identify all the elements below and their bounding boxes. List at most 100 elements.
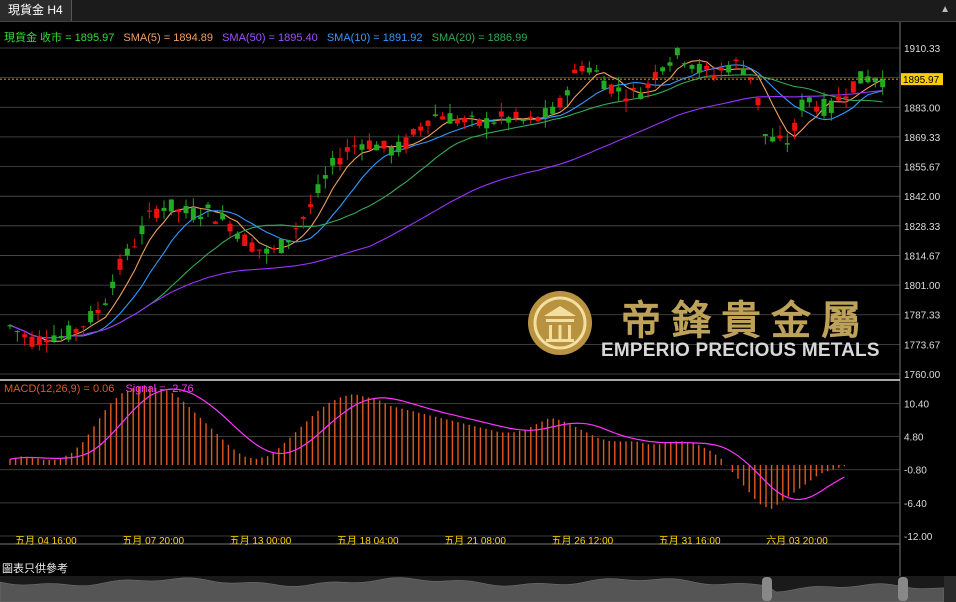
candle-body (506, 117, 512, 123)
price-tick: 1814.67 (904, 251, 941, 262)
candle-body (806, 97, 812, 103)
candle-body (139, 225, 145, 235)
time-tick: 五月 18 04:00 (337, 535, 399, 547)
candle-body (799, 99, 805, 111)
tab-chart[interactable]: 現貨金 H4 (0, 0, 72, 21)
candle-body (858, 71, 864, 84)
macd-legend: MACD(12,26,9) = 0.06 Signal = -2.76 (4, 383, 194, 395)
price-tick: 1842.00 (904, 192, 941, 203)
candle-body (308, 204, 314, 208)
candle-body (586, 67, 592, 73)
candle-body (484, 118, 490, 129)
candle-body (58, 336, 64, 339)
candle-body (418, 126, 424, 131)
candle-body (594, 70, 600, 72)
price-tick: 1910.33 (904, 44, 941, 55)
candle-body (528, 116, 534, 119)
candle-body (51, 335, 57, 342)
chart-scrollbar[interactable] (0, 576, 956, 602)
candle-body (814, 106, 820, 112)
candle-body (718, 67, 724, 71)
candle-body (630, 87, 636, 90)
candle-body (278, 239, 284, 254)
candle-body (696, 63, 702, 73)
scroll-handle-left[interactable] (762, 577, 772, 601)
candle-body (660, 67, 666, 72)
candle-body (7, 325, 13, 327)
legend-sma20: SMA(20) = 1886.99 (431, 32, 528, 44)
candle-body (330, 157, 336, 166)
time-tick: 五月 26 12:00 (552, 535, 614, 547)
macd-tick: 4.80 (904, 433, 924, 444)
candle-body (315, 184, 321, 194)
time-tick: 五月 13 00:00 (230, 535, 292, 547)
candle-body (682, 63, 688, 65)
candle-body (176, 209, 182, 213)
candle-body (403, 137, 409, 149)
candle-body (234, 233, 240, 239)
candle-body (205, 204, 211, 209)
scroll-handle-right[interactable] (898, 577, 908, 601)
chevron-up-icon[interactable]: ▲ (940, 4, 950, 15)
candle-body (212, 221, 218, 224)
candle-body (440, 116, 446, 120)
candle-body (183, 206, 189, 214)
candle-body (80, 326, 86, 328)
candle-body (271, 248, 277, 250)
candle-body (425, 120, 431, 126)
candle-body (542, 108, 548, 118)
candle-body (740, 68, 746, 75)
candle-body (623, 98, 629, 102)
candle-body (711, 74, 717, 79)
price-tick: 1869.33 (904, 133, 941, 144)
candle-body (638, 93, 644, 99)
legend-sma5: SMA(5) = 1894.89 (123, 32, 214, 44)
candle-body (762, 134, 768, 136)
candle-body (227, 223, 233, 232)
candle-body (645, 83, 651, 88)
candle-body (293, 228, 299, 230)
candle-body (66, 325, 72, 340)
candle-body (88, 311, 94, 323)
candle-body (850, 81, 856, 93)
candle-body (726, 65, 732, 73)
candle-body (352, 145, 358, 147)
candle-body (256, 249, 262, 251)
candle-body (557, 97, 563, 108)
macd-tick: -6.40 (904, 499, 927, 510)
candle-body (198, 216, 204, 220)
time-axis: 五月 04 16:00 五月 07 20:00 五月 13 00:00 五月 18 0… (15, 535, 828, 547)
candle-body (381, 140, 387, 149)
price-label: 1895.97 (903, 75, 940, 86)
watermark-cn: 帝鋒貴金屬 (621, 297, 871, 344)
candle-body (44, 340, 50, 343)
candle-body (102, 303, 108, 305)
price-tick: 1787.33 (904, 311, 941, 322)
indicator-legend: 現貨金 收市 = 1895.97 SMA(5) = 1894.89 SMA(50… (4, 29, 527, 45)
candle-body (14, 331, 20, 333)
legend-macd: MACD(12,26,9) = 0.06 (4, 383, 115, 395)
candle-body (286, 240, 292, 243)
candle-body (344, 147, 350, 152)
candle-body (322, 175, 328, 179)
candle-body (374, 144, 380, 151)
candle-body (154, 208, 160, 218)
candle-body (300, 217, 306, 219)
price-tick: 1828.33 (904, 222, 941, 233)
macd-axis: 10.40 4.80 -0.80 -6.40 -12.00 (904, 399, 933, 543)
candle-body (535, 117, 541, 121)
candle-body (513, 111, 519, 119)
candle-body (564, 90, 570, 96)
emperio-logo-icon (528, 291, 592, 355)
candle-body (469, 115, 475, 117)
candle-body (689, 65, 695, 69)
tab-bar: 現貨金 H4 ▲ (0, 0, 956, 22)
candle-body (161, 207, 167, 211)
legend-close: 現貨金 收市 = 1895.97 (4, 32, 115, 44)
price-tick: 1773.67 (904, 340, 941, 351)
time-tick: 五月 07 20:00 (122, 535, 184, 547)
candle-body (462, 118, 468, 123)
price-tick: 1801.00 (904, 281, 941, 292)
candle-body (432, 114, 438, 117)
candle-body (748, 76, 754, 79)
